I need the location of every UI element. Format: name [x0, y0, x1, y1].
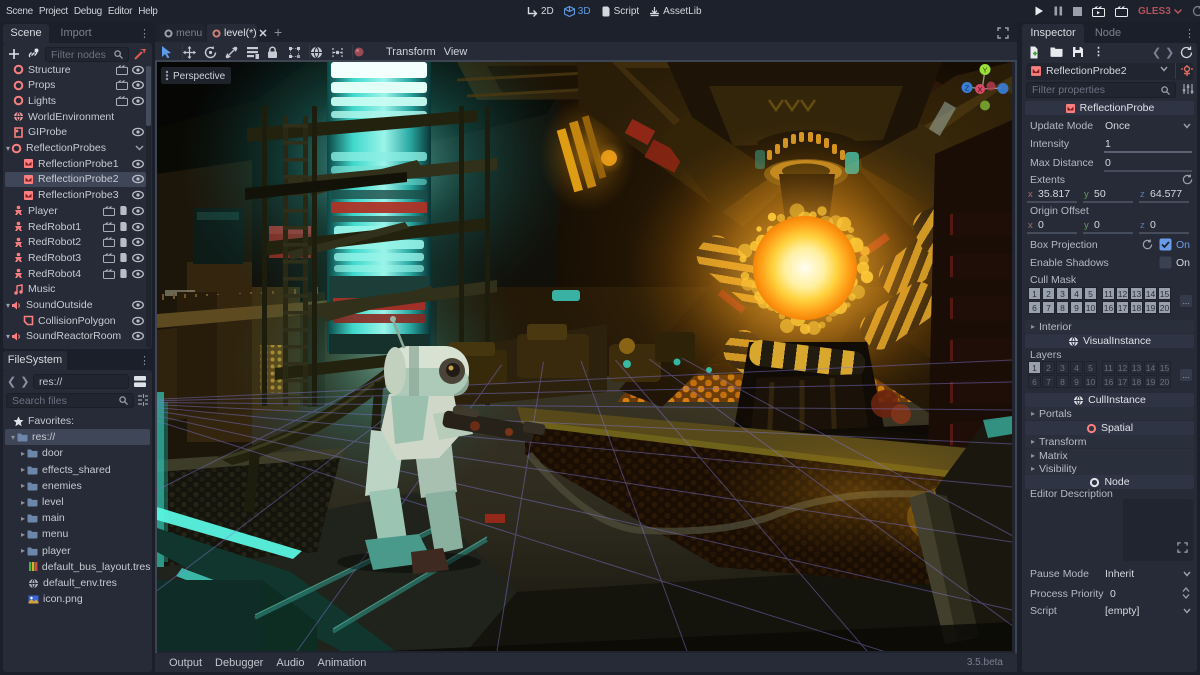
- svg-text:Z: Z: [965, 84, 970, 93]
- svg-text:Perspective: Perspective: [173, 71, 226, 82]
- svg-text:Y: Y: [982, 66, 987, 75]
- svg-text:X: X: [977, 85, 982, 94]
